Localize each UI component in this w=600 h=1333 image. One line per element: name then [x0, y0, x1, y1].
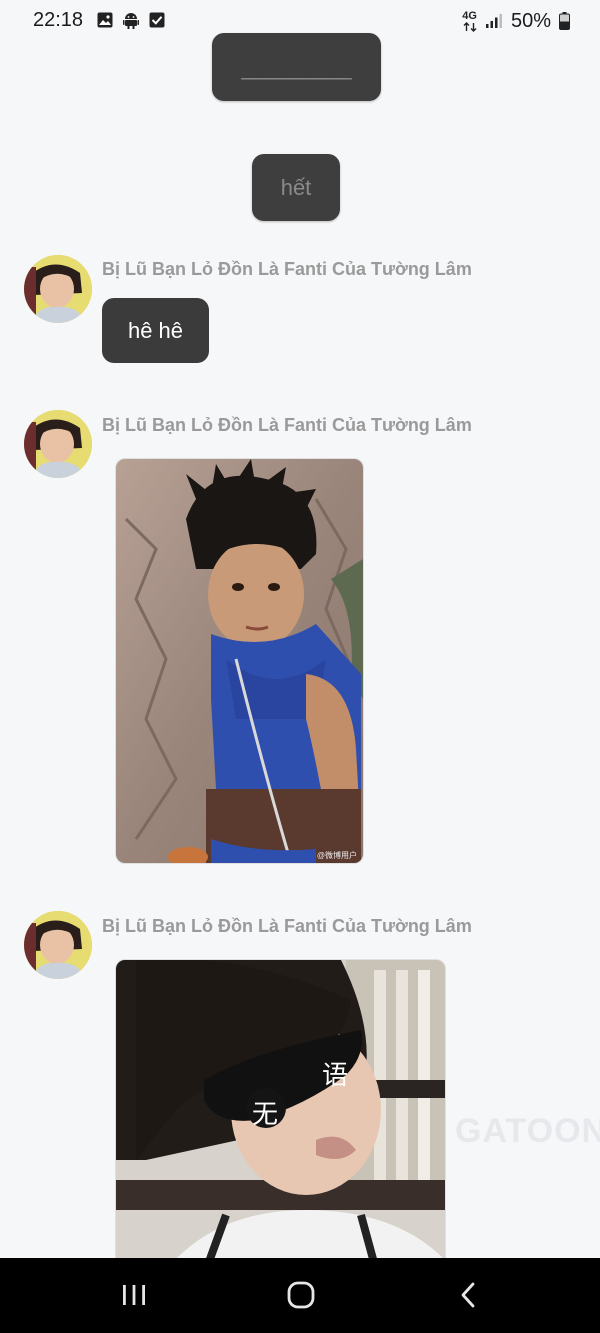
network-type-label: 4G: [462, 9, 477, 22]
message-text: _________: [241, 55, 352, 80]
avatar-image: [24, 255, 92, 323]
sender-avatar[interactable]: [24, 911, 92, 979]
background-watermark: GATOON: [455, 1112, 600, 1150]
sender-name: Bị Lũ Bạn Lỏ Đồn Là Fanti Của Tường Lâm: [102, 415, 472, 435]
sender-avatar[interactable]: [24, 410, 92, 478]
boy-with-sunglasses-photo: [116, 960, 445, 1270]
recent-apps-icon[interactable]: [120, 1280, 148, 1310]
checkbox-icon: [149, 12, 165, 28]
network-type-icon: 4G: [462, 9, 477, 32]
gallery-icon: [97, 12, 113, 28]
message-image[interactable]: @微博用户: [115, 458, 364, 864]
own-message-bubble[interactable]: _________: [212, 33, 381, 101]
message-bubble[interactable]: hê hê: [102, 298, 209, 363]
boy-in-blue-photo: [116, 459, 363, 863]
battery-percentage: 50%: [510, 9, 551, 32]
battery-icon: [559, 12, 570, 30]
status-right-group: 4G 50%: [462, 9, 570, 33]
android-icon: [123, 13, 139, 29]
sunglasses-text-right: 语: [322, 1061, 349, 1091]
message-image[interactable]: 无 语: [115, 959, 446, 1270]
signal-icon: [485, 14, 502, 28]
message-text: hê hê: [127, 318, 184, 343]
sender-name: Bị Lũ Bạn Lỏ Đồn Là Fanti Của Tường Lâm: [102, 259, 472, 279]
message-text: hết: [280, 175, 312, 200]
sender-avatar[interactable]: [24, 255, 92, 323]
sender-name: Bị Lũ Bạn Lỏ Đồn Là Fanti Của Tường Lâm: [102, 916, 472, 936]
image-watermark: @微博用户: [316, 851, 357, 860]
home-icon[interactable]: [286, 1280, 316, 1310]
back-icon[interactable]: [455, 1280, 483, 1310]
own-message-bubble[interactable]: hết: [252, 154, 340, 221]
avatar-image: [24, 410, 92, 478]
data-arrows-icon: [463, 21, 477, 32]
avatar-image: [24, 911, 92, 979]
status-time: 22:18: [33, 9, 84, 31]
navigation-bar: [0, 1258, 600, 1333]
sunglasses-text-left: 无: [252, 1100, 279, 1130]
